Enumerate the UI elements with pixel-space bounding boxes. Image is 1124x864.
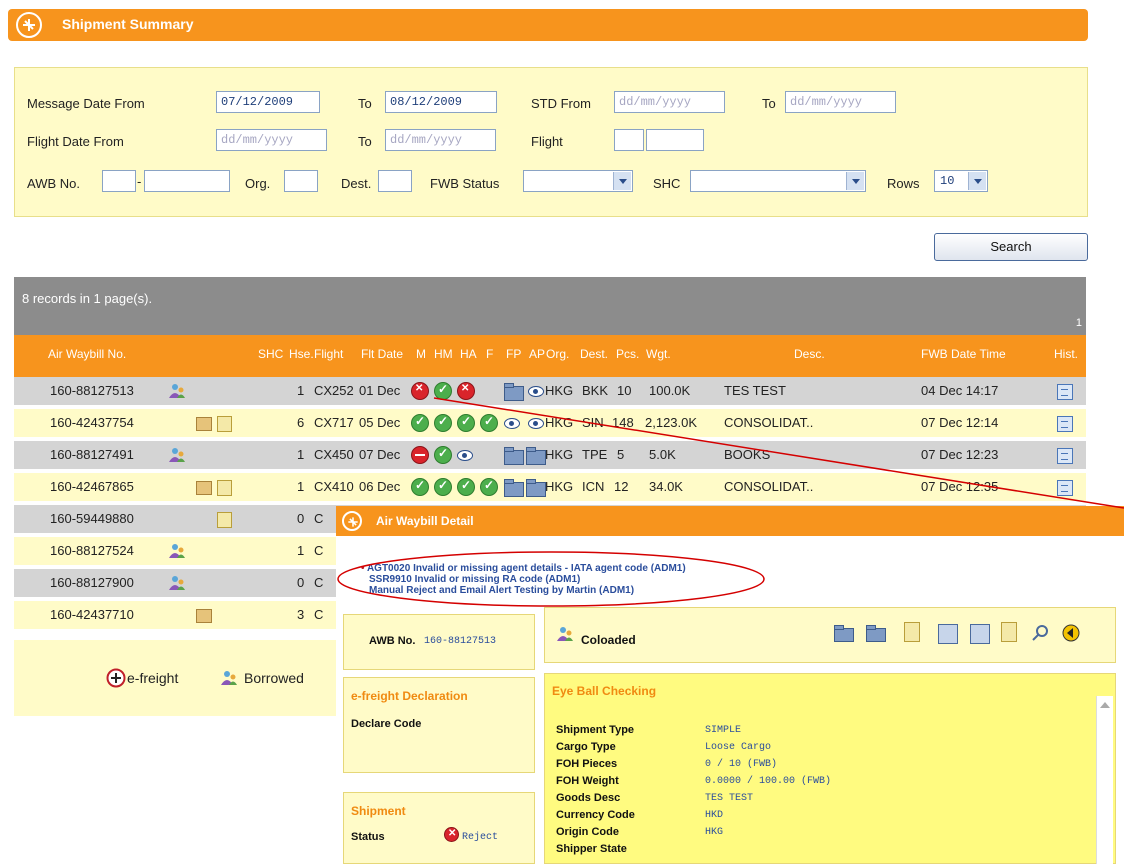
field-value: SIMPLE [705,725,742,736]
field-label: FOH Pieces [556,758,618,770]
efreight-declaration-title: e-freight Declaration [351,689,468,703]
field-label: Currency Code [556,809,635,821]
status-value: Reject [462,832,499,843]
field-value: HKG [705,827,724,838]
folder-open-icon[interactable] [866,625,886,642]
eye-ball-checking-panel: Eye Ball Checking [544,673,1116,864]
field-label: Shipment Type [556,724,635,736]
field-value: 0 / 10 (FWB) [705,759,778,770]
annotation-ellipse [337,551,765,607]
field-label: Cargo Type [556,741,616,753]
back-icon[interactable] [1062,624,1080,642]
shipment-panel: Shipment Status Reject [343,792,535,864]
declare-code-label: Declare Code [351,718,422,730]
folder-icon[interactable] [834,625,854,642]
awb-panel: AWB No. 160-88127513 [343,614,535,670]
field-value: Loose Cargo [705,742,772,753]
annotation-line [433,397,1124,509]
coloaded-icon [557,627,573,641]
eye-ball-checking-title: Eye Ball Checking [552,684,657,698]
print-preview-icon[interactable] [938,624,958,644]
print-icon[interactable] [970,624,990,644]
search-icon[interactable] [1031,624,1049,642]
field-label: FOH Weight [556,775,619,787]
reject-icon [444,827,459,842]
field-label: Shipper State [556,843,627,855]
awb-value: 160-88127513 [424,636,497,647]
document-icon[interactable] [904,622,920,642]
field-label: Origin Code [556,826,619,838]
field-value: HKD [705,810,724,821]
shipment-title: Shipment [351,804,406,818]
awb-label: AWB No. [369,635,416,647]
scrollbar[interactable] [1096,696,1113,864]
field-value: 0.0000 / 100.00 (FWB) [705,776,832,787]
field-label: Goods Desc [556,792,621,804]
clipboard-icon[interactable] [1001,622,1017,642]
scroll-up-icon[interactable] [1100,702,1110,708]
field-value: TES TEST [705,793,754,804]
coloaded-label: Coloaded [581,633,636,647]
status-label: Status [351,831,385,843]
efreight-declaration-panel: e-freight Declaration Declare Code [343,677,535,773]
